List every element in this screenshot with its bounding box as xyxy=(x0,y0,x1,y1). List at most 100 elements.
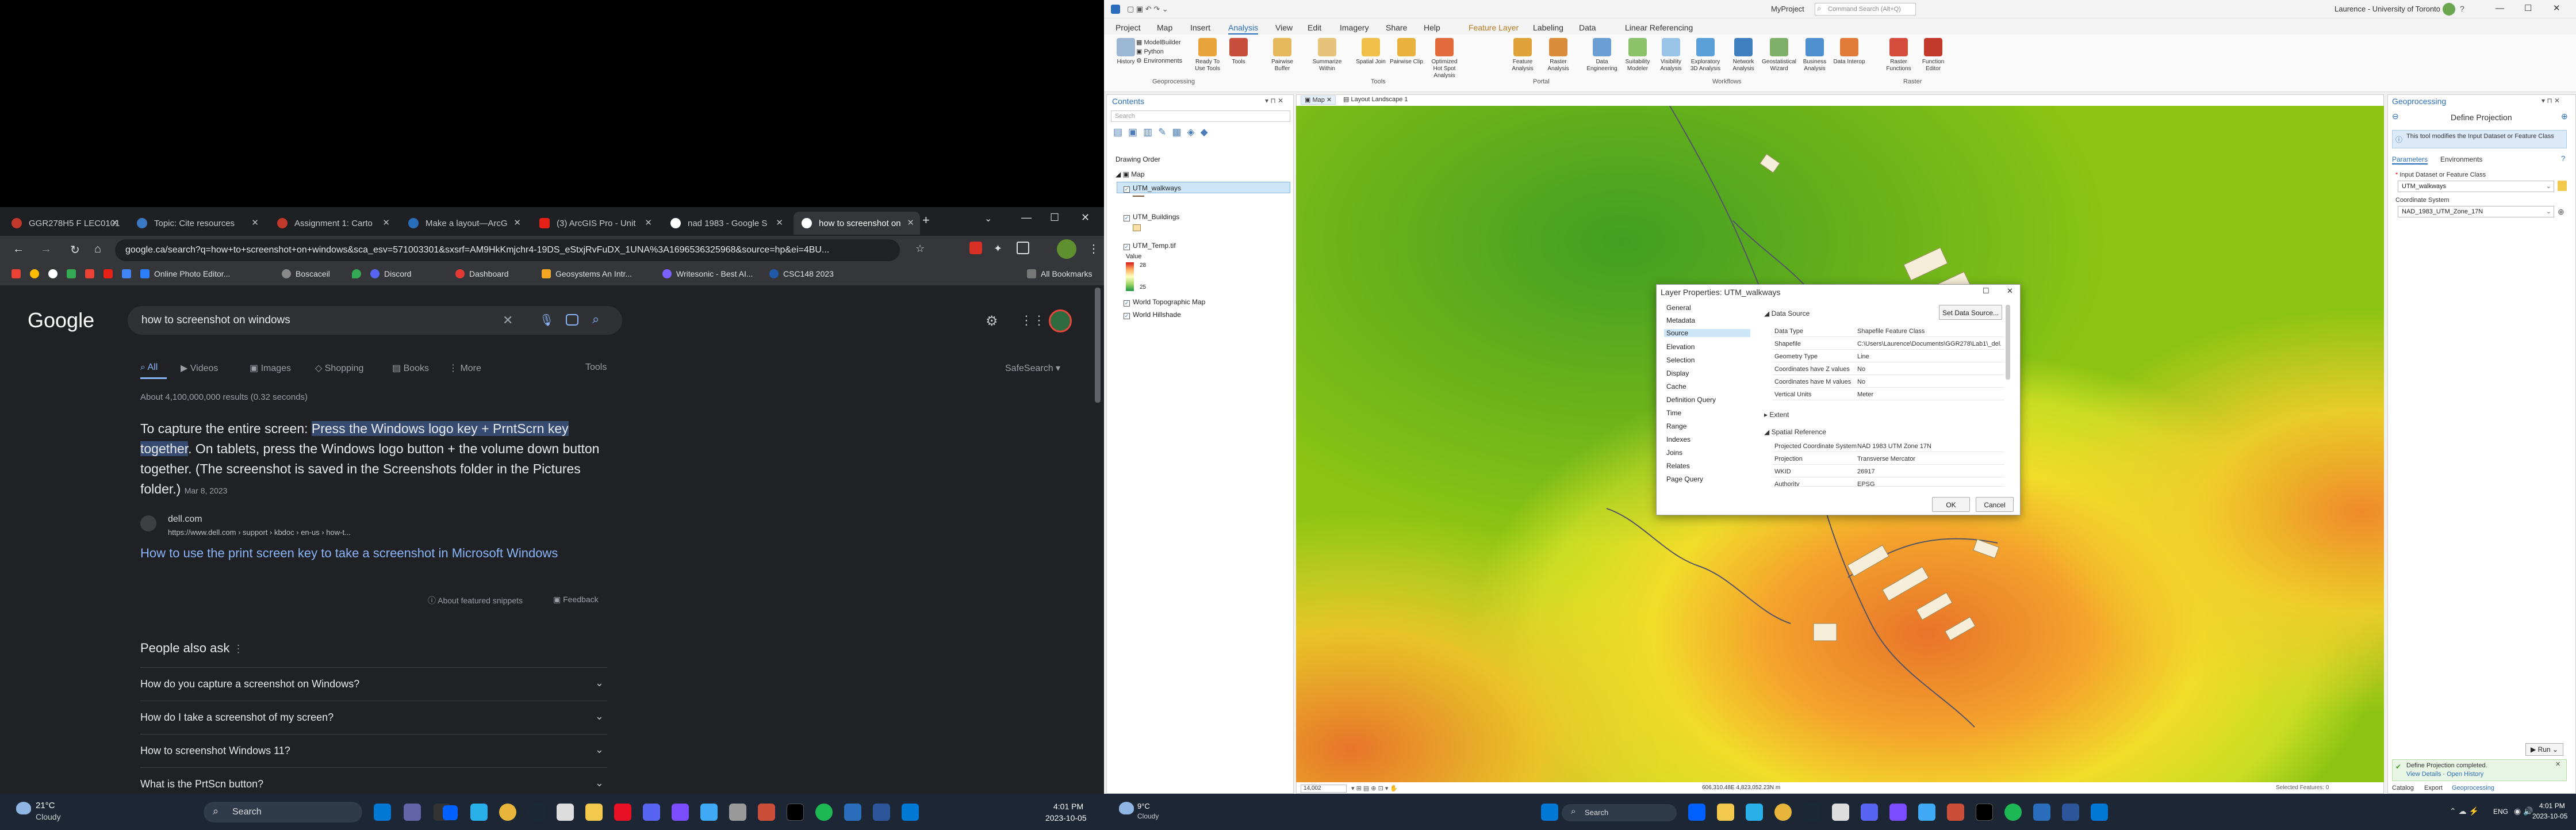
bookmark-boscaceil[interactable]: Boscaceil xyxy=(282,269,330,278)
app-icon[interactable] xyxy=(1889,804,1907,821)
google-logo[interactable]: Google xyxy=(28,308,94,332)
app-icon[interactable] xyxy=(700,804,718,821)
app-icon[interactable] xyxy=(1832,804,1849,821)
tab-parameters[interactable]: Parameters xyxy=(2392,155,2428,165)
hot-spot-button[interactable]: Optimized Hot Spot Analysis xyxy=(1427,38,1462,79)
bookmark-youtube-icon[interactable] xyxy=(103,269,117,278)
layer-utm-temp[interactable]: ✓ UTM_Temp.tif xyxy=(1124,242,1176,250)
app-icon[interactable] xyxy=(1918,804,1935,821)
pane-options-icon[interactable]: ▾ ⊓ ✕ xyxy=(1265,97,1283,105)
clock-time[interactable]: 4:01 PM xyxy=(1053,802,1083,811)
feature-analysis-button[interactable]: Feature Analysis xyxy=(1505,38,1540,72)
close-window-button[interactable]: ✕ xyxy=(1081,212,1090,224)
paa-question[interactable]: How to screenshot Windows 11? ⌄ xyxy=(140,734,607,767)
arcgis-icon[interactable] xyxy=(844,804,861,821)
data-source-header[interactable]: ◢ Data Source xyxy=(1764,309,1810,318)
map-node[interactable]: ◢ ▣ Map xyxy=(1116,170,1145,178)
app-icon[interactable] xyxy=(557,804,574,821)
visibility-analysis-button[interactable]: Visibility Analysis xyxy=(1654,38,1688,72)
spatial-reference-header[interactable]: ◢ Spatial Reference xyxy=(1764,428,1826,436)
clock-time[interactable]: 4:01 PM xyxy=(2539,802,2565,810)
steam-icon[interactable] xyxy=(1803,804,1820,821)
feedback-link[interactable]: ▣ Feedback xyxy=(553,595,599,605)
browse-folder-icon[interactable] xyxy=(2558,181,2567,191)
tab-catalog[interactable]: Catalog xyxy=(2392,785,2414,791)
chrome-icon[interactable] xyxy=(499,804,516,821)
word-icon[interactable] xyxy=(2062,804,2079,821)
nav-cache[interactable]: Cache xyxy=(1666,383,1686,391)
suitability-modeler-button[interactable]: Suitability Modeler xyxy=(1620,38,1655,72)
close-icon[interactable]: ✕ xyxy=(907,217,914,228)
bookmark-apps-icon[interactable] xyxy=(12,269,25,278)
spotify-icon[interactable] xyxy=(2004,804,2022,821)
source-site[interactable]: dell.com xyxy=(168,514,202,525)
tab-help[interactable]: Help xyxy=(1424,23,1440,32)
nav-relates[interactable]: Relates xyxy=(1666,462,1690,470)
bookmark-geosystems[interactable]: Geosystems An Intr... xyxy=(542,269,632,278)
nav-definition-query[interactable]: Definition Query xyxy=(1666,396,1716,404)
dropbox-icon[interactable] xyxy=(1688,804,1705,821)
ok-button[interactable]: OK xyxy=(1932,497,1970,512)
tab-videos[interactable]: ▶ Videos xyxy=(181,362,218,374)
clear-search-icon[interactable]: ✕ xyxy=(503,313,513,328)
nav-display[interactable]: Display xyxy=(1666,369,1689,377)
map-scale-input[interactable]: 14,002 xyxy=(1301,785,1347,793)
search-icon[interactable]: ⌕ xyxy=(592,312,599,327)
browser-tab[interactable]: nad 1983 - Google S ✕ xyxy=(662,212,789,235)
tab-linear-referencing[interactable]: Linear Referencing xyxy=(1625,23,1693,32)
nav-indexes[interactable]: Indexes xyxy=(1666,435,1690,443)
discord-icon[interactable] xyxy=(643,804,660,821)
tab-environments[interactable]: Environments xyxy=(2440,155,2482,163)
source-url[interactable]: https://www.dell.com › support › kbdoc ›… xyxy=(168,528,351,537)
bookmark-pin-icon[interactable] xyxy=(352,269,366,278)
lens-icon[interactable] xyxy=(566,314,578,326)
modelbuilder-button[interactable]: ▦ ModelBuilder xyxy=(1136,38,1182,47)
voice-search-icon[interactable]: 🎙 xyxy=(539,313,554,327)
tab-analysis[interactable]: Analysis xyxy=(1228,23,1259,35)
nav-selection[interactable]: Selection xyxy=(1666,356,1695,364)
more-icon[interactable]: ⊕ xyxy=(2561,112,2568,121)
app-icon[interactable] xyxy=(758,804,775,821)
tab-project[interactable]: Project xyxy=(1116,23,1141,32)
bookmark-drive-icon[interactable] xyxy=(67,269,80,278)
extensions-puzzle-icon[interactable]: ✦ xyxy=(994,243,1002,255)
forward-icon[interactable]: → xyxy=(40,243,52,256)
discord-icon[interactable] xyxy=(1861,804,1878,821)
input-dataset-field[interactable]: UTM_walkways ⌄ xyxy=(2398,181,2554,192)
bookmark-dashboard[interactable]: Dashboard xyxy=(455,269,509,278)
summarize-within-button[interactable]: Summarize Within xyxy=(1310,38,1344,72)
chrome-menu-icon[interactable]: ⋮ xyxy=(1088,242,1099,256)
app-icon[interactable] xyxy=(787,804,804,821)
close-icon[interactable]: ✕ xyxy=(251,217,259,228)
bookmark-photo-editor[interactable]: Online Photo Editor... xyxy=(140,269,230,278)
taskbar-search[interactable]: Search xyxy=(1562,804,1677,821)
tab-insert[interactable]: Insert xyxy=(1190,23,1210,32)
network-volume-icons[interactable]: ◉ 🔊 xyxy=(2514,806,2533,816)
browser-tab[interactable]: (3) ArcGIS Pro - Unit ✕ xyxy=(531,212,658,235)
tab-all[interactable]: ⌕ All xyxy=(140,362,158,373)
coordinate-system-field[interactable]: NAD_1983_UTM_Zone_17N ⌄ xyxy=(2398,206,2554,217)
paa-question[interactable]: How do you capture a screenshot on Windo… xyxy=(140,667,607,701)
account-avatar[interactable] xyxy=(1049,309,1072,332)
paa-question[interactable]: How do I take a screenshot of my screen?… xyxy=(140,701,607,734)
function-editor-button[interactable]: Function Editor xyxy=(1916,38,1950,72)
bookmark-google-icon[interactable] xyxy=(48,269,62,278)
nav-elevation[interactable]: Elevation xyxy=(1666,343,1695,351)
nav-metadata[interactable]: Metadata xyxy=(1666,316,1695,324)
spotify-icon[interactable] xyxy=(815,804,833,821)
view-tab-map[interactable]: ▣ Map ✕ xyxy=(1301,95,1336,105)
edge-icon[interactable] xyxy=(470,804,488,821)
layer-utm-walkways[interactable]: ✓ UTM_walkways xyxy=(1124,184,1181,193)
maximize-button[interactable]: ☐ xyxy=(1050,212,1059,224)
taskbar-search[interactable]: Search xyxy=(204,802,362,823)
tools-button[interactable]: Tools xyxy=(585,362,607,373)
browser-tab-active[interactable]: how to screenshot on ✕ xyxy=(793,212,920,235)
dialog-maximize-button[interactable]: ☐ xyxy=(1983,286,1989,296)
tab-books[interactable]: ▤ Books xyxy=(392,362,429,374)
view-tab-layout[interactable]: ▤ Layout Landscape 1 xyxy=(1340,95,1412,105)
weather-cloud-icon[interactable] xyxy=(1119,802,1134,814)
tab-edit[interactable]: Edit xyxy=(1308,23,1321,32)
tab-view[interactable]: View xyxy=(1275,23,1293,32)
network-analysis-button[interactable]: Network Analysis xyxy=(1726,38,1761,72)
dialog-scrollbar[interactable] xyxy=(2006,305,2010,380)
